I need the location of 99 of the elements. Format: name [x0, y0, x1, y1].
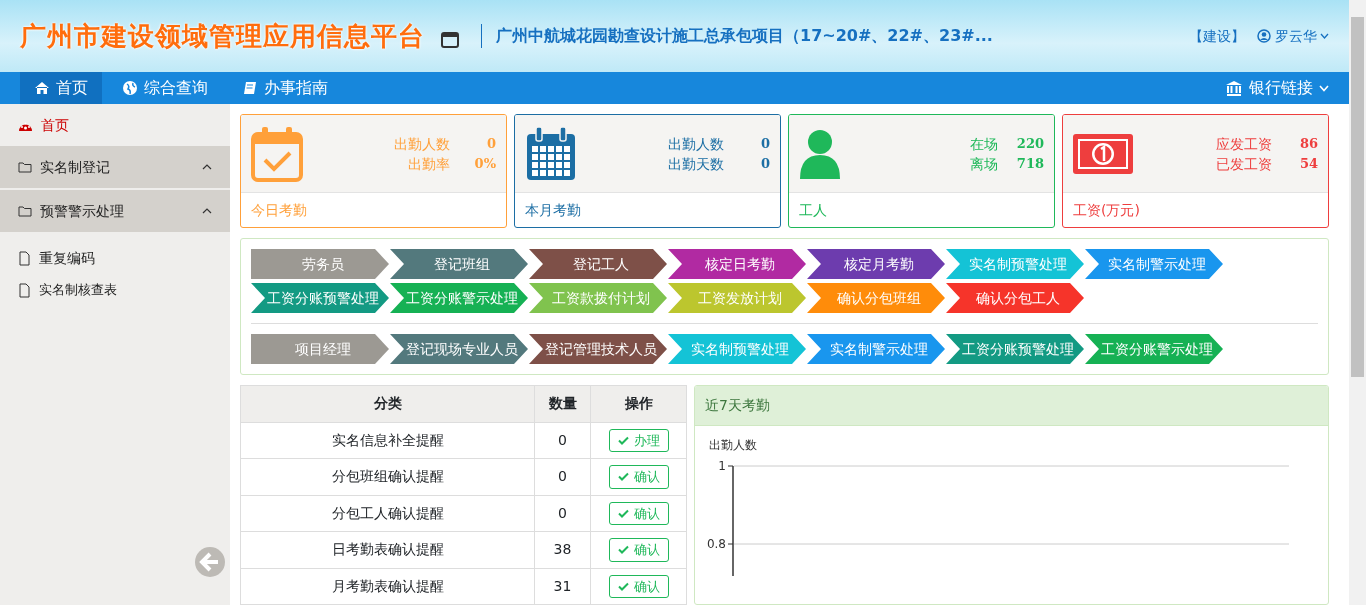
check-icon — [617, 472, 629, 482]
stat-value: 86 — [1298, 134, 1318, 153]
axis-title: 出勤人数 — [709, 437, 758, 454]
stat-label: 出勤人数 — [394, 134, 450, 154]
stat-label: 出勤人数 — [668, 134, 724, 154]
action-button[interactable]: 确认 — [608, 538, 669, 562]
table-cell: 实名信息补全提醒 — [240, 422, 535, 459]
stat-label: 已发工资 — [1216, 154, 1272, 174]
tick-label: 1 — [718, 459, 726, 473]
workflow-step[interactable]: 确认分包工人 — [946, 283, 1084, 313]
stat-value: 0 — [485, 134, 496, 153]
workflow-step[interactable]: 确认分包班组 — [807, 283, 945, 313]
nav-tab[interactable]: 综合查询 — [108, 72, 222, 104]
check-icon — [617, 435, 629, 445]
column-header: 操作 — [590, 385, 687, 422]
workflow-step[interactable]: 工资分账警示处理 — [390, 283, 528, 313]
check-icon — [617, 581, 629, 591]
action-button[interactable]: 办理 — [608, 428, 669, 452]
workflow-step[interactable]: 实名制警示处理 — [1085, 249, 1223, 279]
workflow-step[interactable]: 劳务员 — [251, 249, 389, 279]
banknote-icon — [1073, 133, 1133, 174]
stat-label: 应发工资 — [1216, 134, 1272, 154]
workflow-step[interactable]: 登记班组 — [390, 249, 528, 279]
role-label: 【建设】 — [1189, 26, 1245, 46]
table-cell: 日考勤表确认提醒 — [240, 531, 535, 568]
folder-icon — [18, 160, 32, 174]
sidebar-item[interactable]: 重复编码 — [0, 240, 230, 276]
chevron-icon — [202, 164, 212, 170]
stat-label: 出勤率 — [407, 154, 450, 174]
stat-label: 在场 — [970, 134, 998, 154]
stat-label: 出勤天数 — [668, 154, 724, 174]
bank-icon — [1225, 80, 1243, 96]
action-button[interactable]: 确认 — [608, 574, 669, 598]
home-icon — [34, 80, 50, 96]
caret-icon — [1320, 33, 1329, 39]
table-cell: 0 — [534, 495, 591, 532]
stat-label: 离场 — [970, 154, 998, 174]
stat-value: 0 — [759, 154, 770, 173]
project-title: 广州中航城花园勘查设计施工总承包项目（17~20#、22#、23#... — [481, 24, 993, 48]
workflow-step[interactable]: 实名制预警处理 — [668, 334, 806, 364]
workflow-step[interactable]: 登记工人 — [529, 249, 667, 279]
check-icon — [617, 545, 629, 555]
card-title: 工资(万元) — [1073, 200, 1140, 220]
table-cell: 分包班组确认提醒 — [240, 458, 535, 495]
sidebar-item[interactable]: 实名制核查表 — [0, 276, 230, 304]
workflow-step[interactable]: 工资发放计划 — [668, 283, 806, 313]
column-header: 数量 — [534, 385, 591, 422]
document-icon — [18, 282, 31, 298]
table-cell: 分包工人确认提醒 — [240, 495, 535, 532]
workflow-step[interactable]: 实名制预警处理 — [946, 249, 1084, 279]
table-cell: 0 — [534, 422, 591, 459]
sidebar-item[interactable]: 首页 — [0, 104, 230, 146]
document-icon — [18, 250, 31, 266]
workflow-step[interactable]: 项目经理 — [251, 334, 389, 364]
action-button[interactable]: 确认 — [608, 501, 669, 525]
globe-icon — [122, 80, 138, 96]
calendar-check-icon — [251, 125, 303, 182]
table-cell: 38 — [534, 531, 591, 568]
check-icon — [617, 508, 629, 518]
site-title: 广州市建设领域管理应用信息平台 — [20, 19, 425, 53]
window-icon — [441, 32, 459, 48]
user-menu[interactable]: 罗云华 — [1257, 25, 1329, 47]
bank-links-menu[interactable]: 银行链接 — [1211, 72, 1343, 104]
workflow-step[interactable]: 工资分账预警处理 — [251, 283, 389, 313]
card-title: 工人 — [799, 200, 827, 220]
scrollbar[interactable] — [1349, 0, 1366, 605]
workflow-step[interactable]: 工资款拨付计划 — [529, 283, 667, 313]
caret-icon — [1319, 84, 1329, 92]
panel-title: 近7天考勤 — [695, 386, 1328, 426]
stat-value: 220 — [1015, 134, 1044, 153]
tick-label: 0.8 — [706, 537, 726, 551]
nav-tab[interactable]: 首页 — [20, 72, 102, 104]
workflow-step[interactable]: 核定日考勤 — [668, 249, 806, 279]
stat-value: 718 — [1015, 154, 1044, 173]
table-cell: 31 — [534, 568, 591, 605]
stat-value: 0 — [759, 134, 770, 153]
person-icon — [799, 128, 841, 179]
card-title: 今日考勤 — [251, 200, 307, 220]
folder-icon — [18, 204, 32, 218]
sidebar-group[interactable]: 实名制登记 — [0, 146, 230, 188]
table-cell: 月考勤表确认提醒 — [240, 568, 535, 605]
chevron-icon — [202, 208, 212, 214]
workflow-step[interactable]: 登记现场专业人员 — [390, 334, 528, 364]
book-icon — [242, 80, 258, 96]
workflow-step[interactable]: 登记管理技术人员 — [529, 334, 667, 364]
sidebar-group[interactable]: 预警警示处理 — [0, 190, 230, 232]
action-button[interactable]: 确认 — [608, 465, 669, 489]
workflow-step[interactable]: 工资分账预警处理 — [946, 334, 1084, 364]
stat-value: 0% — [473, 154, 496, 173]
nav-tab[interactable]: 办事指南 — [228, 72, 342, 104]
table-cell: 0 — [534, 458, 591, 495]
column-header: 分类 — [240, 385, 535, 422]
stat-value: 54 — [1298, 154, 1318, 173]
workflow-step[interactable]: 实名制警示处理 — [807, 334, 945, 364]
workflow-step[interactable]: 工资分账警示处理 — [1085, 334, 1223, 364]
card-title: 本月考勤 — [525, 200, 581, 220]
user-icon — [1257, 29, 1271, 43]
workflow-step[interactable]: 核定月考勤 — [807, 249, 945, 279]
calendar-icon — [525, 125, 577, 182]
